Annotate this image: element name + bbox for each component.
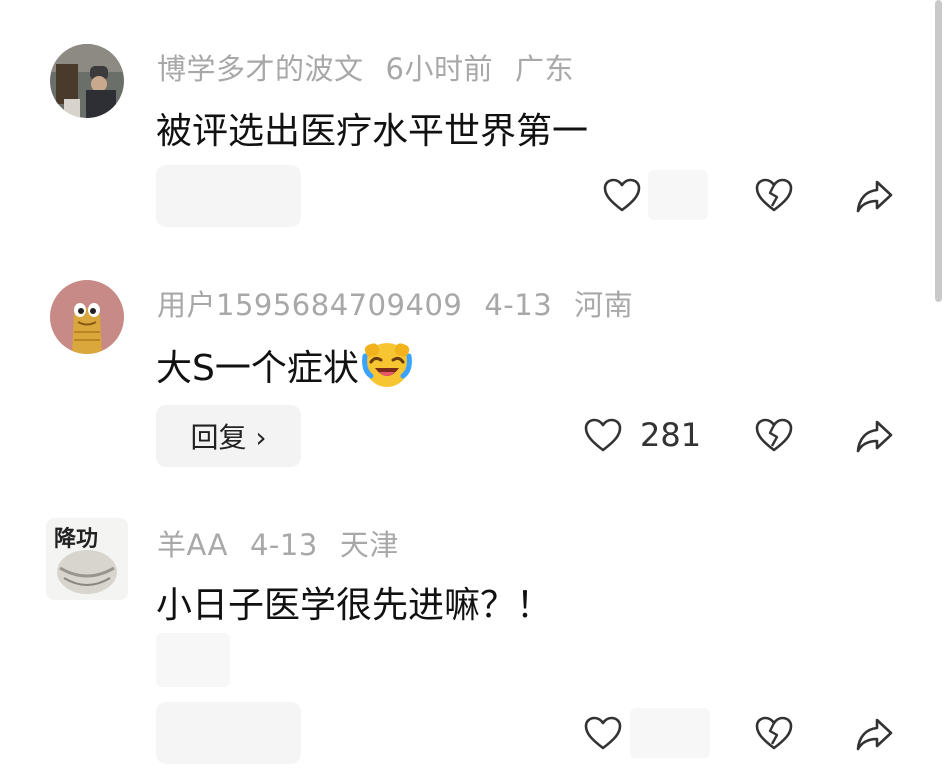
- share-arrow-icon[interactable]: [855, 416, 895, 456]
- timestamp: 4-13: [484, 288, 553, 322]
- comment-item: 用户1595684709409 4-13 河南 大S一个症状 回复 › 281: [0, 250, 930, 490]
- avatar[interactable]: [50, 280, 124, 354]
- broken-heart-icon[interactable]: [754, 714, 794, 754]
- comment-text: 小日子医学很先进嘛？！: [156, 585, 553, 626]
- location: 天津: [339, 528, 399, 562]
- share-arrow-icon[interactable]: [855, 714, 895, 754]
- broken-heart-icon[interactable]: [754, 176, 794, 216]
- heart-icon[interactable]: [583, 416, 623, 456]
- broken-heart-icon[interactable]: [754, 416, 794, 456]
- username[interactable]: 羊AA: [157, 528, 228, 562]
- reply-button[interactable]: [156, 165, 301, 227]
- location: 河南: [574, 288, 634, 322]
- username[interactable]: 博学多才的波文: [157, 52, 364, 86]
- scrollbar[interactable]: [935, 0, 942, 302]
- share-arrow-icon[interactable]: [855, 176, 895, 216]
- avatar[interactable]: [50, 44, 124, 118]
- heart-icon[interactable]: [602, 176, 642, 216]
- timestamp: 6小时前: [385, 52, 493, 86]
- like-count: 281: [640, 416, 702, 454]
- reply-button[interactable]: [156, 702, 301, 764]
- avatar[interactable]: 降功: [46, 518, 128, 600]
- comment-text: 大S一个症状: [156, 338, 413, 391]
- heart-icon[interactable]: [583, 714, 623, 754]
- comment-item: 博学多才的波文 6小时前 广东 被评选出医疗水平世界第一: [0, 0, 930, 250]
- like-count-placeholder: [630, 708, 710, 758]
- like-count-placeholder: [648, 170, 708, 220]
- image-placeholder: [156, 633, 230, 687]
- comment-meta: 博学多才的波文 6小时前 广东: [157, 46, 596, 88]
- timestamp: 4-13: [249, 528, 318, 562]
- username[interactable]: 用户1595684709409: [157, 288, 462, 322]
- reply-label: 回复 ›: [190, 421, 267, 454]
- comment-item: 降功 羊AA 4-13 天津 小日子医学很先进嘛？！: [0, 490, 930, 775]
- svg-text:降功: 降功: [54, 527, 98, 552]
- laughing-tears-emoji: [361, 343, 412, 387]
- comment-meta: 羊AA 4-13 天津: [157, 522, 421, 564]
- comment-meta: 用户1595684709409 4-13 河南: [157, 282, 655, 324]
- comment-text: 被评选出医疗水平世界第一: [156, 111, 589, 152]
- location: 广东: [514, 52, 574, 86]
- reply-button[interactable]: 回复 ›: [156, 405, 301, 467]
